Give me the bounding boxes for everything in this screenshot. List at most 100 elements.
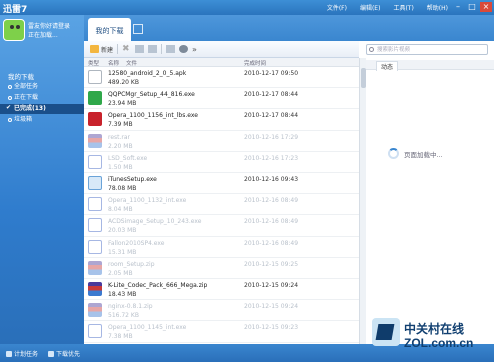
rar-icon xyxy=(88,303,102,318)
minimize-icon[interactable]: – xyxy=(452,2,464,12)
file-row[interactable]: rest.rar 2.20 MB 2010-12-16 17:29 xyxy=(84,131,359,152)
settings-button[interactable] xyxy=(179,45,189,53)
file-size: 489.20 KB xyxy=(108,79,139,86)
download-priority-label: 下载优先 xyxy=(56,351,81,358)
file-row[interactable]: LSD_Soft.exe 1.50 MB 2010-12-16 17:23 xyxy=(84,152,359,173)
app-title: 迅雷7 xyxy=(3,5,28,15)
bullet-icon xyxy=(8,85,12,89)
file-row[interactable]: nginx-0.8.1.zip 516.72 KB 2010-12-15 09:24 xyxy=(84,300,359,322)
menu-tools[interactable]: 工具(T) xyxy=(393,3,413,12)
file-row[interactable]: Fallon2010SP4.exe 15.31 MB 2010-12-16 08:4… xyxy=(84,237,359,258)
menu-help[interactable]: 帮助(H) xyxy=(427,3,448,12)
search-icon xyxy=(369,47,374,52)
file-date: 2010-12-16 08:49 xyxy=(244,239,299,247)
new-tab-icon[interactable] xyxy=(133,24,143,34)
folder-icon xyxy=(90,45,99,53)
file-row[interactable]: 12580_android_2_0_5.apk 489.20 KB 2010-12-… xyxy=(84,67,359,89)
spinner-icon xyxy=(388,148,399,159)
more-button[interactable]: » xyxy=(192,45,197,54)
divider xyxy=(161,44,163,54)
sidebar-item-label: 垃圾箱 xyxy=(14,116,33,123)
view-icon xyxy=(166,45,176,53)
file-size: 20.03 MB xyxy=(108,227,137,235)
right-tab-bar: 动态 xyxy=(366,60,494,71)
file-size: 78.08 MB xyxy=(108,185,137,192)
file-date: 2010-12-15 09:25 xyxy=(244,260,299,268)
menu-bar: 文件(F) 编辑(E) 工具(T) 帮助(H) xyxy=(327,3,448,12)
check-icon xyxy=(6,103,12,113)
scrollbar[interactable] xyxy=(359,58,366,344)
file-date: 2010-12-17 09:50 xyxy=(244,70,299,77)
file-row[interactable]: QQPCMgr_Setup_44_816.exe 23.94 MB 2010-12-… xyxy=(84,88,359,110)
delete-button[interactable]: ✖ xyxy=(122,45,131,54)
menu-file[interactable]: 文件(F) xyxy=(327,3,347,12)
file-name: nginx-0.8.1.zip xyxy=(108,303,153,311)
file-size: 23.94 MB xyxy=(108,100,137,108)
sidebar-item-label: 正在下载 xyxy=(14,94,39,101)
loading-text: 页面加载中... xyxy=(404,150,443,159)
file-size: 7.39 MB xyxy=(108,121,133,129)
file-row[interactable]: K-Lite_Codec_Pack_666_Mega.zip 18.43 MB 20… xyxy=(84,279,359,301)
scheduled-tasks-button[interactable]: 计划任务 xyxy=(6,349,38,358)
bullet-icon xyxy=(8,96,12,100)
login-status: 正在加载... xyxy=(28,32,58,39)
sidebar-item-completed[interactable]: 已完成(13) xyxy=(0,103,84,114)
file-row[interactable]: Opera_1100_1145_int.exe 7.38 MB 2010-12-15… xyxy=(84,321,359,343)
open-button[interactable] xyxy=(135,45,145,53)
file-row[interactable]: room_Setup.zip 2.05 MB 2010-12-15 09:25 xyxy=(84,258,359,279)
close-icon[interactable]: × xyxy=(480,2,492,12)
file-row[interactable]: Opera_1100_1156_int_lbs.exe 7.39 MB 2010-1… xyxy=(84,109,359,131)
sidebar-heading[interactable]: 我的下载 xyxy=(8,71,34,81)
rar-icon xyxy=(88,260,102,275)
column-name-sort[interactable]: 文件 xyxy=(126,59,137,67)
open-folder-button[interactable] xyxy=(148,45,158,53)
sidebar-item-downloading[interactable]: 正在下载 xyxy=(0,93,84,103)
search-input[interactable]: 搜索影片视频 xyxy=(366,44,488,55)
login-prompt[interactable]: 雷友你好请登录 xyxy=(28,21,70,30)
file-row[interactable]: Opera_1100_1132_int.exe 8.04 MB 2010-12-16… xyxy=(84,194,359,216)
tab-activity[interactable]: 动态 xyxy=(376,61,399,71)
file-row[interactable]: iTunesSetup.exe 78.08 MB 2010-12-16 09:43 xyxy=(84,173,359,195)
watermark-domain: ZOL.com.cn xyxy=(404,336,474,350)
download-priority-button[interactable]: 下载优先 xyxy=(48,349,80,358)
sidebar: 雷友你好请登录 正在加载... 我的下载 全部任务 正在下载 已完成(13) 垃… xyxy=(0,15,84,344)
avatar[interactable] xyxy=(3,19,25,41)
sidebar-item-trash[interactable]: 垃圾箱 xyxy=(0,115,84,125)
file-name: Fallon2010SP4.exe xyxy=(108,239,165,247)
divider xyxy=(117,44,119,54)
menu-edit[interactable]: 编辑(E) xyxy=(360,3,380,12)
file-name: rest.rar xyxy=(108,133,131,141)
file-date: 2010-12-15 09:23 xyxy=(244,324,299,332)
view-button[interactable] xyxy=(166,45,176,53)
opera-icon xyxy=(88,112,102,127)
sidebar-item-label: 全部任务 xyxy=(14,83,39,90)
column-name[interactable]: 名称 xyxy=(108,59,119,67)
sidebar-item-label: 已完成(13) xyxy=(14,105,46,112)
file-date: 2010-12-16 08:49 xyxy=(244,218,299,226)
maximize-icon[interactable]: □ xyxy=(466,2,478,12)
file-name: QQPCMgr_Setup_44_816.exe xyxy=(108,91,195,99)
title-bar: 迅雷7 文件(F) 编辑(E) 工具(T) 帮助(H) – □ × xyxy=(0,0,494,15)
file-size: 516.72 KB xyxy=(108,312,139,320)
file-name: ACDSimage_Setup_10_243.exe xyxy=(108,218,202,226)
file-date: 2010-12-17 08:44 xyxy=(244,112,299,120)
open-folder-icon xyxy=(148,45,158,53)
file-size: 8.04 MB xyxy=(108,206,133,214)
file-size: 1.50 MB xyxy=(108,163,133,171)
tab-my-downloads[interactable]: 我的下载 xyxy=(88,18,131,41)
column-date[interactable]: 完成时间 xyxy=(244,59,266,67)
file-name: 12580_android_2_0_5.apk xyxy=(108,70,187,77)
file-size: 2.20 MB xyxy=(108,142,133,150)
file-date: 2010-12-15 09:24 xyxy=(244,282,299,289)
rar-icon xyxy=(88,133,102,148)
new-task-button[interactable]: 新建 xyxy=(90,45,113,54)
file-row[interactable]: ACDSimage_Setup_10_243.exe 20.03 MB 2010-1… xyxy=(84,215,359,237)
sidebar-item-all[interactable]: 全部任务 xyxy=(0,82,84,92)
file-size: 15.31 MB xyxy=(108,248,137,256)
file-name: K-Lite_Codec_Pack_666_Mega.zip xyxy=(108,282,208,289)
window-icon xyxy=(88,218,102,233)
gear-icon xyxy=(179,45,189,53)
window-icon xyxy=(88,324,102,339)
column-type[interactable]: 类型 xyxy=(88,59,99,67)
scrollbar-thumb[interactable] xyxy=(361,68,366,88)
